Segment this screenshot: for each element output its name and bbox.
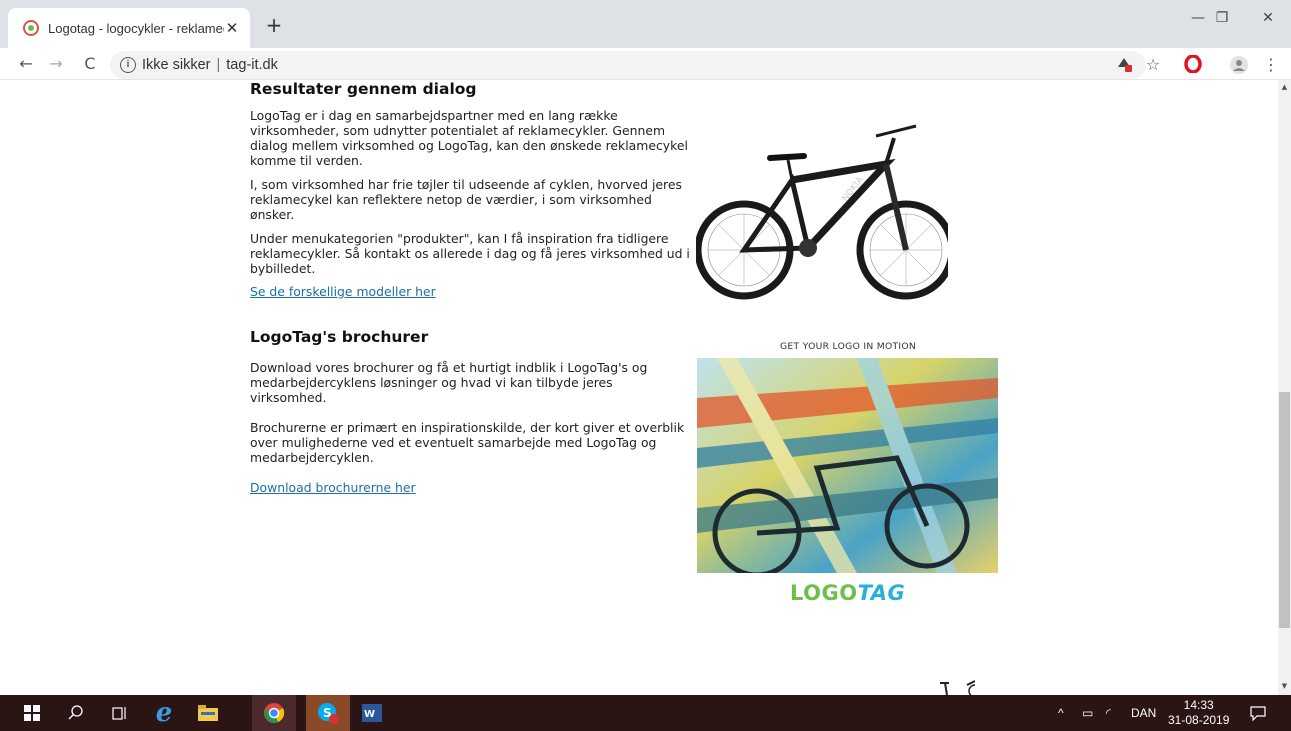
url-separator: | [216, 57, 221, 73]
wifi-icon[interactable]: ◜ [1106, 695, 1111, 731]
scroll-up-arrow-icon[interactable]: ▲ [1280, 83, 1289, 91]
show-hidden-icons-icon[interactable]: ^ [1058, 695, 1064, 731]
section-heading: LogoTag's brochurer [250, 328, 429, 346]
info-icon[interactable]: i [120, 57, 136, 73]
task-view-icon[interactable] [98, 695, 142, 731]
browser-toolbar: ← → C i Ikke sikker | tag-it.dk ☆ ⋮ [0, 48, 1291, 80]
logotag-favicon-icon [22, 19, 40, 37]
mountain-bike-image: NOKIA [696, 124, 948, 300]
windows-taskbar: e S W ^ ▭ ◜ DAN 14:33 31-08-2019 [0, 695, 1291, 731]
edge-browser-icon[interactable]: e [142, 695, 186, 731]
scroll-down-arrow-icon[interactable]: ▼ [1280, 682, 1289, 690]
paragraph: LogoTag er i dag en samarbejdspartner me… [250, 108, 688, 168]
menu-dots-icon[interactable]: ⋮ [1261, 55, 1281, 75]
new-tab-button[interactable]: + [262, 14, 286, 38]
logo-part-tag: TAG [857, 581, 906, 605]
models-link[interactable]: Se de forskellige modeller her [250, 284, 690, 299]
page-scrollbar[interactable]: ▲ ▼ [1278, 80, 1291, 695]
address-bar[interactable]: i Ikke sikker | tag-it.dk [110, 51, 1146, 79]
bookmark-star-icon[interactable]: ☆ [1143, 55, 1163, 75]
skype-icon[interactable]: S [306, 695, 350, 731]
tab-strip: Logotag - logocykler - reklamecy ✕ + — ❐… [0, 0, 1291, 48]
chrome-taskbar-icon[interactable] [252, 695, 296, 731]
logo-part-logo: LOGO [790, 581, 858, 605]
url-text: tag-it.dk [226, 57, 278, 73]
motion-bike-image [697, 358, 998, 573]
windows-start-icon[interactable] [10, 695, 54, 731]
paragraph: I, som virksomhed har frie tøjler til ud… [250, 177, 682, 222]
security-label: Ikke sikker [142, 57, 211, 73]
clock-time: 14:33 [1183, 698, 1214, 712]
reload-icon[interactable]: C [78, 52, 102, 76]
word-icon[interactable]: W [350, 695, 394, 731]
download-brochures-link[interactable]: Download brochurerne her [250, 480, 690, 495]
back-arrow-icon[interactable]: ← [14, 52, 38, 76]
search-icon[interactable] [54, 695, 98, 731]
language-indicator[interactable]: DAN [1131, 695, 1156, 731]
restore-button[interactable]: ❐ [1199, 10, 1245, 26]
paragraph: Under menukategorien "produkter", kan I … [250, 231, 690, 276]
section-brochures: LogoTag's brochurer Download vores broch… [250, 328, 690, 495]
partial-bike-icon [940, 680, 975, 695]
close-window-button[interactable]: ✕ [1245, 10, 1291, 26]
clock[interactable]: 14:33 31-08-2019 [1168, 695, 1229, 731]
web-page: Resultater gennem dialog LogoTag er i da… [0, 80, 1278, 695]
logotag-logo: LOGOTAG [790, 581, 905, 605]
motion-caption: GET YOUR LOGO IN MOTION [780, 341, 917, 352]
extension-icon[interactable] [1114, 55, 1134, 75]
profile-avatar-icon[interactable] [1229, 55, 1249, 75]
tab-title: Logotag - logocykler - reklamecy [48, 20, 224, 36]
tab-close-icon[interactable]: ✕ [224, 19, 240, 37]
scroll-thumb[interactable] [1279, 392, 1290, 628]
clock-date: 31-08-2019 [1168, 713, 1230, 727]
forward-arrow-icon[interactable]: → [44, 52, 68, 76]
notifications-icon[interactable] [1250, 695, 1266, 731]
file-explorer-icon[interactable] [186, 695, 230, 731]
section-results: Resultater gennem dialog LogoTag er i da… [250, 80, 690, 299]
paragraph: Brochurerne er primært en inspirationski… [250, 420, 685, 465]
svg-text:W: W [364, 709, 375, 720]
opera-icon[interactable] [1183, 54, 1203, 75]
section-heading: Resultater gennem dialog [250, 80, 477, 98]
browser-tab[interactable]: Logotag - logocykler - reklamecy ✕ [8, 8, 250, 48]
battery-icon[interactable]: ▭ [1082, 695, 1093, 731]
paragraph: Download vores brochurer og få et hurtig… [250, 360, 648, 405]
